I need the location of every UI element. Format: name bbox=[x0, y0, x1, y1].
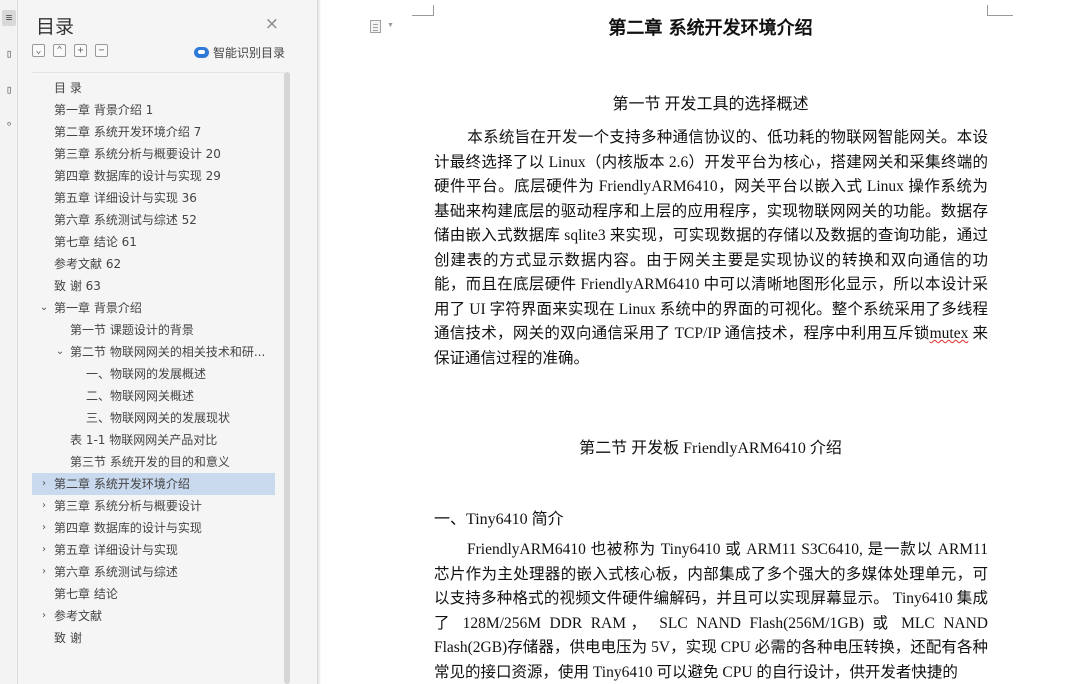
add-entry-icon[interactable]: + bbox=[74, 44, 87, 57]
chevron-down-icon[interactable]: ▼ bbox=[387, 21, 394, 29]
toc-item[interactable]: 表 1-1 物联网网关产品对比 bbox=[32, 429, 284, 451]
toc-title: 目录 bbox=[36, 16, 75, 38]
toc-item-label: 致 谢 63 bbox=[54, 279, 101, 293]
body-paragraph: FriendlyARM6410 也被称为 Tiny6410 或 ARM11 S3… bbox=[434, 538, 988, 684]
chevron-right-icon[interactable]: › bbox=[38, 605, 50, 627]
toc-item-label: 目 录 bbox=[54, 81, 82, 95]
toc-header: 目录 × ⌄ ⌃ + − 智能识别目录 bbox=[18, 0, 317, 72]
toc-item-label: 参考文献 62 bbox=[54, 257, 122, 271]
toc-item[interactable]: 致 谢 bbox=[32, 627, 284, 649]
document-icon[interactable] bbox=[370, 20, 381, 33]
toc-item[interactable]: 第七章 结论 61 bbox=[32, 231, 284, 253]
toc-item-label: 第四章 数据库的设计与实现 29 bbox=[54, 169, 221, 183]
cloud-ai-icon bbox=[193, 47, 209, 58]
chevron-down-icon[interactable]: ⌄ bbox=[38, 297, 50, 319]
toc-item[interactable]: 第三节 系统开发的目的和意义 bbox=[32, 451, 284, 473]
toc-scrollbar[interactable] bbox=[284, 72, 290, 684]
toc-item-expandable[interactable]: › 第五章 详细设计与实现 bbox=[32, 539, 284, 561]
page-corner-mark bbox=[412, 5, 434, 16]
toc-item-expandable[interactable]: › 第二章 系统开发环境介绍 bbox=[32, 473, 275, 495]
toc-item[interactable]: 第五章 详细设计与实现 36 bbox=[32, 187, 284, 209]
section-title: 第二节 开发板 FriendlyARM6410 介绍 bbox=[579, 440, 842, 457]
toc-item-label: 第一章 背景介绍 bbox=[54, 301, 142, 315]
toc-item[interactable]: 参考文献 62 bbox=[32, 253, 284, 275]
toc-item-label: 一、物联网的发展概述 bbox=[86, 367, 207, 381]
smart-toc-label: 智能识别目录 bbox=[212, 46, 285, 60]
chevron-right-icon[interactable]: › bbox=[38, 495, 50, 517]
toc-item[interactable]: 目 录 bbox=[32, 77, 284, 99]
subsection-title: 一、Tiny6410 简介 bbox=[434, 511, 564, 528]
toc-item-label: 二、物联网网关概述 bbox=[86, 389, 195, 403]
toc-item-label: 第七章 结论 bbox=[54, 587, 118, 601]
section-title: 第一节 开发工具的选择概述 bbox=[612, 96, 809, 113]
remove-entry-icon[interactable]: − bbox=[95, 44, 108, 57]
toc-item-label: 第五章 详细设计与实现 36 bbox=[54, 191, 197, 205]
close-icon[interactable]: × bbox=[265, 14, 279, 34]
search-icon[interactable]: ᵒ bbox=[2, 118, 16, 134]
toc-item[interactable]: 三、物联网网关的发展现状 bbox=[32, 407, 284, 429]
toc-item-label: 致 谢 bbox=[54, 631, 82, 645]
toc-item-label: 第五章 详细设计与实现 bbox=[54, 543, 178, 557]
toc-item-label: 第三节 系统开发的目的和意义 bbox=[70, 455, 230, 469]
toc-item[interactable]: 第一章 背景介绍 1 bbox=[32, 99, 284, 121]
document-page: ▼ 第二章 系统开发环境介绍 第一节 开发工具的选择概述 本系统旨在开发一个支持… bbox=[317, 0, 1089, 684]
toc-item-label: 三、物联网网关的发展现状 bbox=[86, 411, 231, 425]
toc-item-label: 第六章 系统测试与综述 bbox=[54, 565, 178, 579]
toc-item-label: 第二章 系统开发环境介绍 bbox=[54, 477, 190, 491]
toc-item[interactable]: 致 谢 63 bbox=[32, 275, 284, 297]
body-paragraph: 本系统旨在开发一个支持多种通信协议的、低功耗的物联网智能网关。本设计最终选择了以… bbox=[434, 126, 988, 371]
page-corner-mark bbox=[987, 5, 1013, 16]
left-tool-rail: ≡ ▯ ▯ ᵒ bbox=[0, 0, 18, 684]
toc-item-label: 第四章 数据库的设计与实现 bbox=[54, 521, 202, 535]
spellcheck-word[interactable]: mutex bbox=[930, 325, 969, 342]
toc-panel: 目录 × ⌄ ⌃ + − 智能识别目录 目 录第一章 背景介绍 1 第二章 系统开… bbox=[18, 0, 317, 684]
toc-scroll-thumb[interactable] bbox=[284, 72, 290, 684]
toc-item-label: 第三章 系统分析与概要设计 20 bbox=[54, 147, 221, 161]
chevron-right-icon[interactable]: › bbox=[38, 473, 50, 495]
expand-up-icon[interactable]: ⌃ bbox=[53, 44, 66, 57]
toc-item-expandable[interactable]: › 第三章 系统分析与概要设计 bbox=[32, 495, 284, 517]
toc-item[interactable]: 第四章 数据库的设计与实现 29 bbox=[32, 165, 284, 187]
toc-item-label: 参考文献 bbox=[54, 609, 103, 623]
toc-item-label: 第七章 结论 61 bbox=[54, 235, 137, 249]
toc-item-expandable[interactable]: › 参考文献 bbox=[32, 605, 284, 627]
page-shadow bbox=[317, 0, 321, 684]
chevron-right-icon[interactable]: › bbox=[38, 517, 50, 539]
toc-item-label: 第三章 系统分析与概要设计 bbox=[54, 499, 202, 513]
paragraph-text: 本系统旨在开发一个支持多种通信协议的、低功耗的物联网智能网关。本设计最终选择了以… bbox=[434, 129, 988, 342]
toc-toolbar: ⌄ ⌃ + − bbox=[32, 44, 108, 57]
toc-item-expandable[interactable]: ⌄ 第二节 物联网网关的相关技术和研... bbox=[32, 341, 284, 363]
toc-list: 目 录第一章 背景介绍 1 第二章 系统开发环境介绍 7 第三章 系统分析与概要设计… bbox=[32, 72, 284, 684]
thumbnail-icon[interactable]: ▯ bbox=[2, 82, 16, 98]
toc-item[interactable]: 第一节 课题设计的背景 bbox=[32, 319, 284, 341]
collapse-all-icon[interactable]: ⌄ bbox=[32, 44, 45, 57]
toc-item-expandable[interactable]: ⌄ 第一章 背景介绍 bbox=[32, 297, 284, 319]
chevron-down-icon[interactable]: ⌄ bbox=[54, 341, 66, 363]
toc-item[interactable]: 第七章 结论 bbox=[32, 583, 284, 605]
toc-item-expandable[interactable]: › 第六章 系统测试与综述 bbox=[32, 561, 284, 583]
toc-item-label: 第二章 系统开发环境介绍 7 bbox=[54, 125, 202, 139]
toc-item[interactable]: 第六章 系统测试与综述 52 bbox=[32, 209, 284, 231]
chevron-right-icon[interactable]: › bbox=[38, 561, 50, 583]
smart-toc-button[interactable]: 智能识别目录 bbox=[193, 44, 285, 61]
bookmark-icon[interactable]: ▯ bbox=[2, 46, 16, 62]
toc-item[interactable]: 二、物联网网关概述 bbox=[32, 385, 284, 407]
toc-item-label: 第一节 课题设计的背景 bbox=[70, 323, 194, 337]
toc-item-label: 第一章 背景介绍 1 bbox=[54, 103, 154, 117]
toc-item-expandable[interactable]: › 第四章 数据库的设计与实现 bbox=[32, 517, 284, 539]
chapter-title: 第二章 系统开发环境介绍 bbox=[608, 18, 813, 39]
toc-item-label: 表 1-1 物联网网关产品对比 bbox=[70, 433, 218, 447]
paragraph-text: FriendlyARM6410 也被称为 Tiny6410 或 ARM11 S3… bbox=[434, 541, 988, 681]
toc-item[interactable]: 一、物联网的发展概述 bbox=[32, 363, 284, 385]
toc-item[interactable]: 第二章 系统开发环境介绍 7 bbox=[32, 121, 284, 143]
chevron-right-icon[interactable]: › bbox=[38, 539, 50, 561]
toc-panel-icon[interactable]: ≡ bbox=[2, 10, 16, 26]
toc-item-label: 第二节 物联网网关的相关技术和研... bbox=[70, 345, 266, 359]
toc-item[interactable]: 第三章 系统分析与概要设计 20 bbox=[32, 143, 284, 165]
toc-item-label: 第六章 系统测试与综述 52 bbox=[54, 213, 197, 227]
